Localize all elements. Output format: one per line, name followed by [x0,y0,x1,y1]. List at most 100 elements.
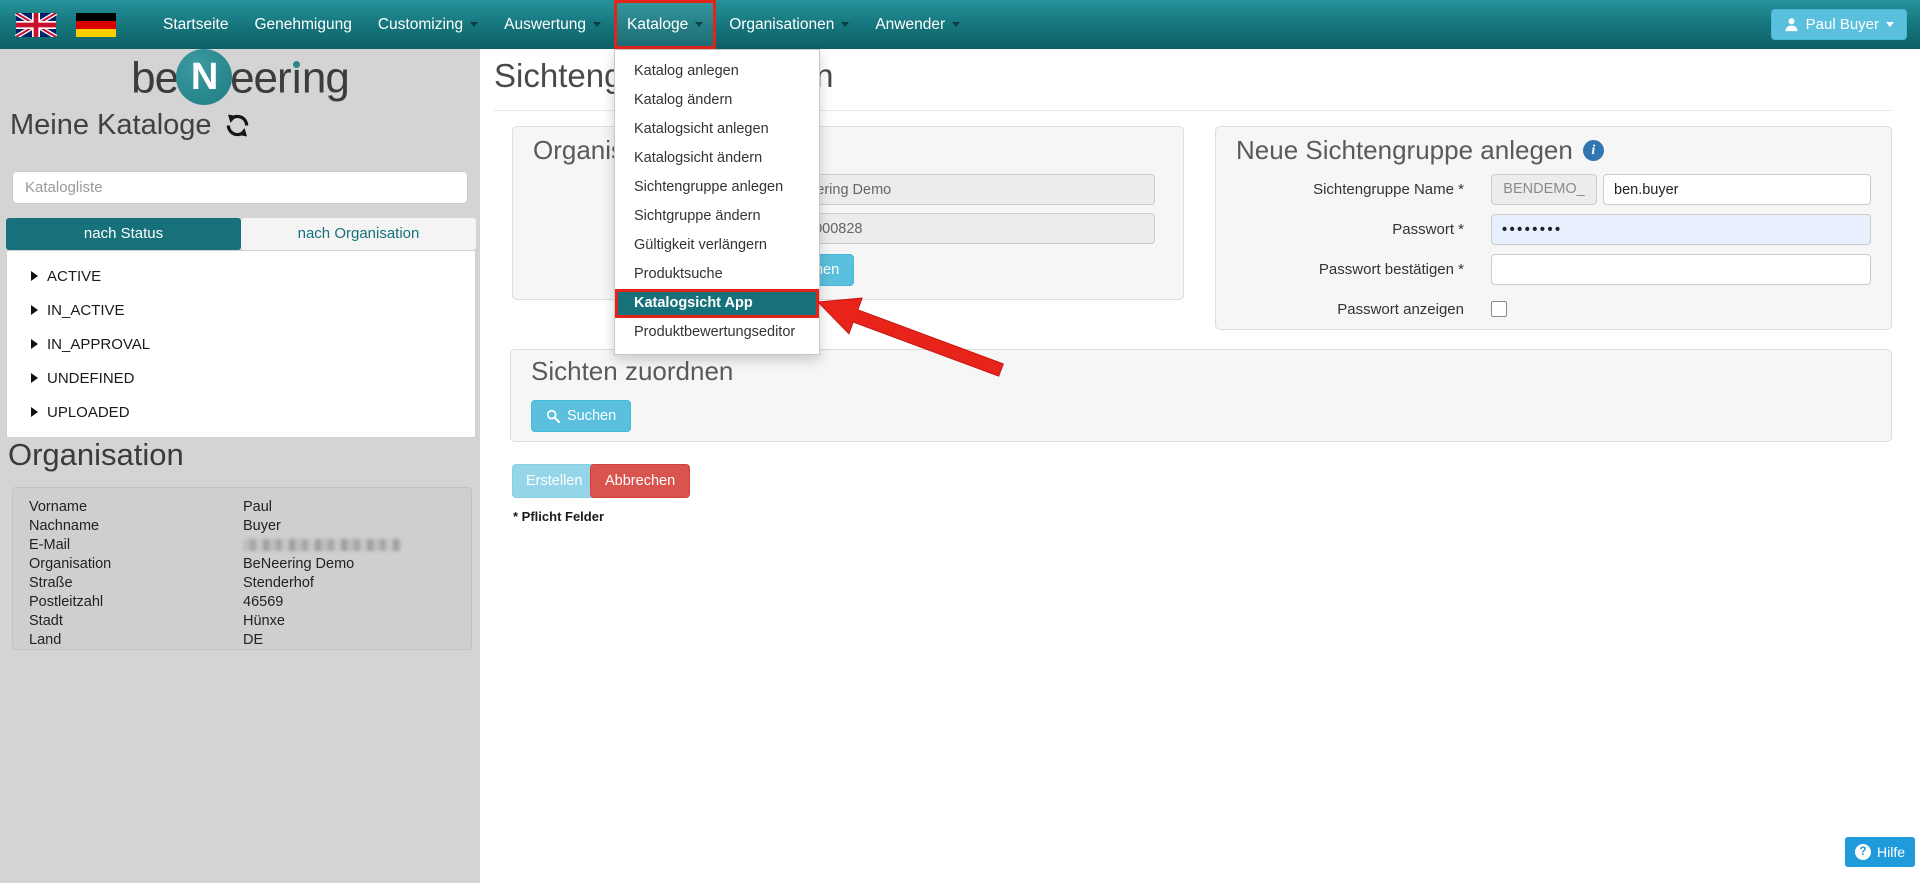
search-icon [546,409,560,423]
org-row-postleitzahl: Postleitzahl 46569 [13,592,471,611]
uk-flag-icon[interactable] [14,13,58,37]
chevron-down-icon [952,22,960,27]
nav-item-kataloge[interactable]: Kataloge Katalog anlegen Katalog ändern … [614,0,716,49]
sidebar: beNeerıng Meine Kataloge nach Status nac… [0,49,480,883]
sichten-search-button[interactable]: Suchen [531,400,631,432]
sichten-zuordnen-panel: Sichten zuordnen Suchen [510,349,1892,442]
org-row-vorname: Vorname Paul [13,497,471,516]
nav-item-customizing[interactable]: Customizing [365,0,491,49]
language-switcher [14,13,118,37]
name-prefix-field: BENDEMO_ [1491,174,1597,205]
sichtengruppe-name-input[interactable] [1603,174,1871,205]
status-label: ACTIVE [47,268,101,285]
password-confirm-label: Passwort bestätigen * [1224,254,1464,285]
status-item-in-approval[interactable]: IN_APPROVAL [7,327,475,361]
refresh-icon[interactable] [225,113,250,138]
logo-i: ı [291,54,302,104]
catalog-status-list: ACTIVE IN_ACTIVE IN_APPROVAL UNDEFINED U… [6,250,476,438]
menu-item-sichtgruppe-aendern[interactable]: Sichtgruppe ändern [615,202,819,231]
status-label: UPLOADED [47,404,130,421]
org-row-strasse: Straße Stenderhof [13,573,471,592]
status-label: IN_ACTIVE [47,302,125,319]
org-row-stadt: Stadt Hünxe [13,611,471,630]
user-menu-button[interactable]: Paul Buyer [1771,9,1907,40]
menu-item-gueltigkeit-verlaengern[interactable]: Gültigkeit verlängern [615,231,819,260]
expand-triangle-icon [31,305,38,315]
logo-text: eer [230,54,291,103]
org-row-organisation: Organisation BeNeering Demo [13,554,471,573]
expand-triangle-icon [31,339,38,349]
nav-item-organisationen[interactable]: Organisationen [716,0,862,49]
menu-item-katalog-anlegen[interactable]: Katalog anlegen [615,57,819,86]
hilfe-button[interactable]: ? Hilfe [1845,837,1915,867]
expand-triangle-icon [31,373,38,383]
chevron-down-icon [1886,22,1894,27]
app-screen: Startseite Genehmigung Customizing Auswe… [0,0,1920,883]
nav-item-label: Kataloge [627,16,688,33]
menu-item-sichtengruppe-anlegen[interactable]: Sichtengruppe anlegen [615,173,819,202]
nav-item-label: Anwender [875,16,945,33]
erstellen-button[interactable]: Erstellen [512,464,596,498]
beneering-logo: beNeerıng [0,53,480,109]
abbrechen-button[interactable]: Abbrechen [590,464,690,498]
show-password-checkbox[interactable] [1491,301,1507,317]
nav-item-label: Customizing [378,16,463,33]
button-label: Suchen [567,408,616,424]
status-label: UNDEFINED [47,370,135,387]
status-item-undefined[interactable]: UNDEFINED [7,361,475,395]
nav-item-label: Genehmigung [254,16,351,33]
create-sichtengruppe-panel: Neue Sichtengruppe anlegen i Sichtengrup… [1215,126,1892,330]
show-password-label: Passwort anzeigen [1224,294,1464,325]
logo-text: ng [302,54,349,103]
menu-item-katalogsicht-anlegen[interactable]: Katalogsicht anlegen [615,115,819,144]
logo-n-circle: N [176,49,232,105]
info-icon[interactable]: i [1583,140,1604,161]
create-panel-heading: Neue Sichtengruppe anlegen i [1236,135,1604,166]
top-navbar: Startseite Genehmigung Customizing Auswe… [0,0,1920,49]
tab-nach-organisation[interactable]: nach Organisation [241,218,476,250]
tab-nach-status[interactable]: nach Status [6,218,241,250]
redacted-email-value [243,539,401,551]
org-row-land: Land DE [13,630,471,649]
assign-panel-heading: Sichten zuordnen [531,356,733,387]
organisation-info-panel: Vorname Paul Nachname Buyer E-Mail Organ… [12,487,472,650]
nav-item-startseite[interactable]: Startseite [150,0,241,49]
user-icon [1784,17,1799,32]
status-item-in-active[interactable]: IN_ACTIVE [7,293,475,327]
nav-item-anwender[interactable]: Anwender [862,0,973,49]
nav-item-genehmigung[interactable]: Genehmigung [241,0,364,49]
expand-triangle-icon [31,271,38,281]
catalog-filter-tabs: nach Status nach Organisation [6,218,476,250]
question-icon: ? [1855,844,1871,860]
menu-item-produktbewertungseditor[interactable]: Produktbewertungseditor [615,318,819,347]
org-row-nachname: Nachname Buyer [13,516,471,535]
menu-item-produktsuche[interactable]: Produktsuche [615,260,819,289]
catalog-list-search-input[interactable] [12,171,468,204]
org-name-field [769,174,1155,205]
menu-item-katalogsicht-aendern[interactable]: Katalogsicht ändern [615,144,819,173]
password-label: Passwort * [1224,214,1464,245]
user-name-label: Paul Buyer [1806,16,1879,33]
status-item-uploaded[interactable]: UPLOADED [7,395,475,429]
nav-menu: Startseite Genehmigung Customizing Auswe… [150,0,1920,49]
kataloge-dropdown-menu: Katalog anlegen Katalog ändern Katalogsi… [614,49,820,355]
nav-item-auswertung[interactable]: Auswertung [491,0,614,49]
nav-item-label: Startseite [163,16,228,33]
password-input[interactable] [1491,214,1871,245]
logo-text: be [131,54,178,103]
status-item-active[interactable]: ACTIVE [7,259,475,293]
menu-item-katalogsicht-app[interactable]: Katalogsicht App [615,289,819,318]
my-catalogs-heading: Meine Kataloge [10,109,250,142]
org-row-email: E-Mail [13,535,471,554]
name-label: Sichtengruppe Name * [1224,174,1464,205]
button-label: Hilfe [1877,844,1905,860]
menu-item-katalog-aendern[interactable]: Katalog ändern [615,86,819,115]
password-confirm-input[interactable] [1491,254,1871,285]
org-id-field [769,213,1155,244]
nav-item-label: Organisationen [729,16,834,33]
required-fields-note: * Pflicht Felder [513,509,604,524]
status-label: IN_APPROVAL [47,336,150,353]
chevron-down-icon [695,22,703,27]
organisation-heading: Organisation [8,437,184,473]
de-flag-icon[interactable] [74,13,118,37]
